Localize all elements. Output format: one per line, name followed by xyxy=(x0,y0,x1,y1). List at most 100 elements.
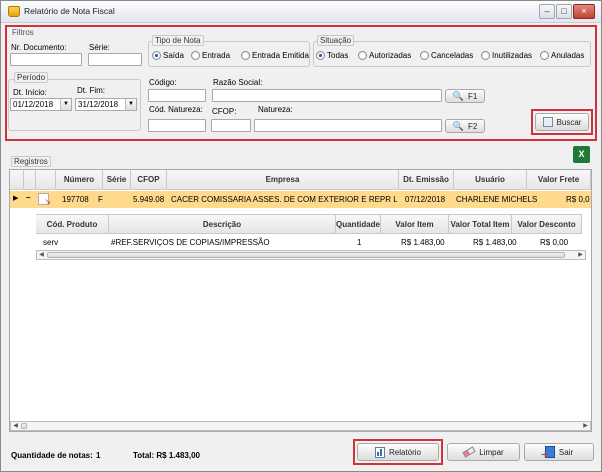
radio-indicator xyxy=(152,51,161,60)
chevron-down-icon[interactable]: ▼ xyxy=(60,99,71,110)
col-valor-frete-header[interactable]: Valor Frete xyxy=(527,170,591,190)
radio-entrada-emitida[interactable]: Entrada Emitida xyxy=(241,51,309,60)
radio-saida[interactable]: Saída xyxy=(152,51,184,60)
radio-canceladas[interactable]: Canceladas xyxy=(420,51,473,60)
detail-col-valor-desconto-header[interactable]: Valor Desconto xyxy=(512,214,582,234)
excel-export-icon[interactable]: X xyxy=(573,146,590,163)
col-empresa-header[interactable]: Empresa xyxy=(167,170,399,190)
cfop-input[interactable] xyxy=(211,119,251,132)
limpar-button[interactable]: Limpar xyxy=(447,443,520,461)
eraser-icon xyxy=(462,446,476,458)
relatorio-button[interactable]: Relatório xyxy=(357,443,439,461)
col-dt-emissao-header[interactable]: Dt. Emissão xyxy=(399,170,454,190)
detail-col-descricao-header[interactable]: Descrição xyxy=(109,214,336,234)
exit-door-icon: ➜ xyxy=(541,446,555,459)
detail-col-quantidade-header[interactable]: Quantidade xyxy=(336,214,381,234)
dt-fim-picker[interactable]: 31/12/2018 ▼ xyxy=(75,98,137,111)
razao-social-input[interactable] xyxy=(212,89,442,102)
razao-social-label: Razão Social: xyxy=(213,78,263,87)
registros-grid: Número Série CFOP Empresa Dt. Emissão Us… xyxy=(9,169,592,432)
cod-natureza-input[interactable] xyxy=(148,119,206,132)
cell-valor-frete: R$ 0,0 xyxy=(566,195,590,204)
col-serie-header[interactable]: Série xyxy=(103,170,131,190)
radio-indicator xyxy=(481,51,490,60)
periodo-title: Período xyxy=(14,72,49,83)
natureza-input[interactable] xyxy=(254,119,442,132)
radio-entrada[interactable]: Entrada xyxy=(191,51,230,60)
f1-search-button[interactable]: 🔍 F1 xyxy=(445,89,485,103)
folder-icon xyxy=(8,6,20,17)
row-pointer-icon: ▶ xyxy=(13,195,19,202)
radio-autorizadas[interactable]: Autorizadas xyxy=(358,51,411,60)
situacao-title: Situação xyxy=(317,35,355,46)
detail-col-valor-total-header[interactable]: Valor Total Item xyxy=(449,214,512,234)
col-numero-header[interactable]: Número xyxy=(56,170,103,190)
cell-dt-emissao: 07/12/2018 xyxy=(405,195,446,204)
col-cfop-header[interactable]: CFOP xyxy=(131,170,167,190)
cell-cfop: 5.949.08 xyxy=(133,195,165,204)
report-window: Relatório de Nota Fiscal – □ × Filtros N… xyxy=(0,0,602,472)
nr-documento-input[interactable] xyxy=(10,53,82,66)
radio-anuladas[interactable]: Anuladas xyxy=(540,51,584,60)
filters-title: Filtros xyxy=(12,28,34,37)
detail-table-row[interactable]: serv #REF.SERVIÇOS DE COPIAS/IMPRESSÃO 1… xyxy=(36,235,582,249)
detail-col-valor-item-header[interactable]: Valor Item xyxy=(381,214,449,234)
radio-inutilizadas[interactable]: Inutilizadas xyxy=(481,51,532,60)
radio-indicator xyxy=(358,51,367,60)
radio-indicator xyxy=(420,51,429,60)
radio-indicator xyxy=(241,51,250,60)
quantidade-notas-label: Quantidade de notas: xyxy=(11,451,93,460)
collapse-icon[interactable]: – xyxy=(26,193,30,202)
dt-inicio-label: Dt. Início: xyxy=(13,88,47,97)
scroll-thumb[interactable] xyxy=(21,423,27,429)
detail-cell-cod-produto: serv xyxy=(43,238,59,247)
serie-input[interactable] xyxy=(88,53,142,66)
search-icon: 🔍 xyxy=(452,120,464,131)
buscar-button[interactable]: Buscar xyxy=(535,113,589,131)
detail-col-cod-produto-header[interactable]: Cód. Produto xyxy=(36,214,109,234)
grid-horizontal-scrollbar[interactable]: ◀ ▶ xyxy=(10,421,591,431)
maximize-button[interactable]: □ xyxy=(556,4,572,19)
window-title: Relatório de Nota Fiscal xyxy=(24,6,115,16)
close-button[interactable]: × xyxy=(573,4,595,19)
table-row[interactable]: ▶ – ↘ 197708 F 5.949.08 CACER COMISSARIA… xyxy=(10,191,591,208)
col-usuario-header[interactable]: Usuário xyxy=(454,170,527,190)
radio-indicator xyxy=(316,51,325,60)
cfop-label: CFOP: xyxy=(212,107,237,116)
dt-inicio-picker[interactable]: 01/12/2018 ▼ xyxy=(10,98,72,111)
cell-usuario: CHARLENE MICHELS xyxy=(456,195,538,204)
detail-cell-valor-item: R$ 1.483,00 xyxy=(401,238,445,247)
minimize-button[interactable]: – xyxy=(539,4,555,19)
scroll-thumb[interactable] xyxy=(47,252,565,258)
serie-label: Série: xyxy=(89,43,110,52)
report-chart-icon xyxy=(374,446,385,458)
detail-cell-valor-desconto: R$ 0,00 xyxy=(540,238,569,247)
f2-search-button[interactable]: 🔍 F2 xyxy=(445,119,485,133)
document-pdf-icon[interactable]: ↘ xyxy=(38,193,51,206)
natureza-label: Natureza: xyxy=(258,105,293,114)
cell-serie: F xyxy=(98,195,103,204)
search-icon xyxy=(542,117,553,127)
codigo-label: Código: xyxy=(149,78,177,87)
chevron-down-icon[interactable]: ▼ xyxy=(125,99,136,110)
cod-natureza-label: Cód. Natureza: xyxy=(149,105,203,114)
radio-indicator xyxy=(191,51,200,60)
radio-todas[interactable]: Todas xyxy=(316,51,348,60)
total-label: Total: R$ 1.483,00 xyxy=(133,451,200,460)
cell-empresa: CACER COMISSARIA ASSES. DE COM EXTERIOR … xyxy=(171,195,397,204)
title-bar[interactable]: Relatório de Nota Fiscal – □ × xyxy=(1,1,601,23)
detail-cell-descricao: #REF.SERVIÇOS DE COPIAS/IMPRESSÃO xyxy=(111,238,270,247)
grid-header-blank xyxy=(10,170,24,190)
tipo-nota-title: Tipo de Nota xyxy=(152,35,204,46)
detail-cell-valor-total-item: R$ 1.483,00 xyxy=(473,238,517,247)
cell-numero: 197708 xyxy=(62,195,89,204)
codigo-input[interactable] xyxy=(148,89,206,102)
dt-fim-label: Dt. Fim: xyxy=(77,86,105,95)
sair-button[interactable]: ➜ Sair xyxy=(524,443,594,461)
scroll-left-icon[interactable]: ◀ xyxy=(11,422,20,430)
scroll-right-icon[interactable]: ▶ xyxy=(576,251,585,259)
scroll-right-icon[interactable]: ▶ xyxy=(581,422,590,430)
scroll-left-icon[interactable]: ◀ xyxy=(37,251,46,259)
registros-title: Registros xyxy=(11,156,51,167)
detail-horizontal-scrollbar[interactable]: ◀ ▶ xyxy=(36,250,586,260)
